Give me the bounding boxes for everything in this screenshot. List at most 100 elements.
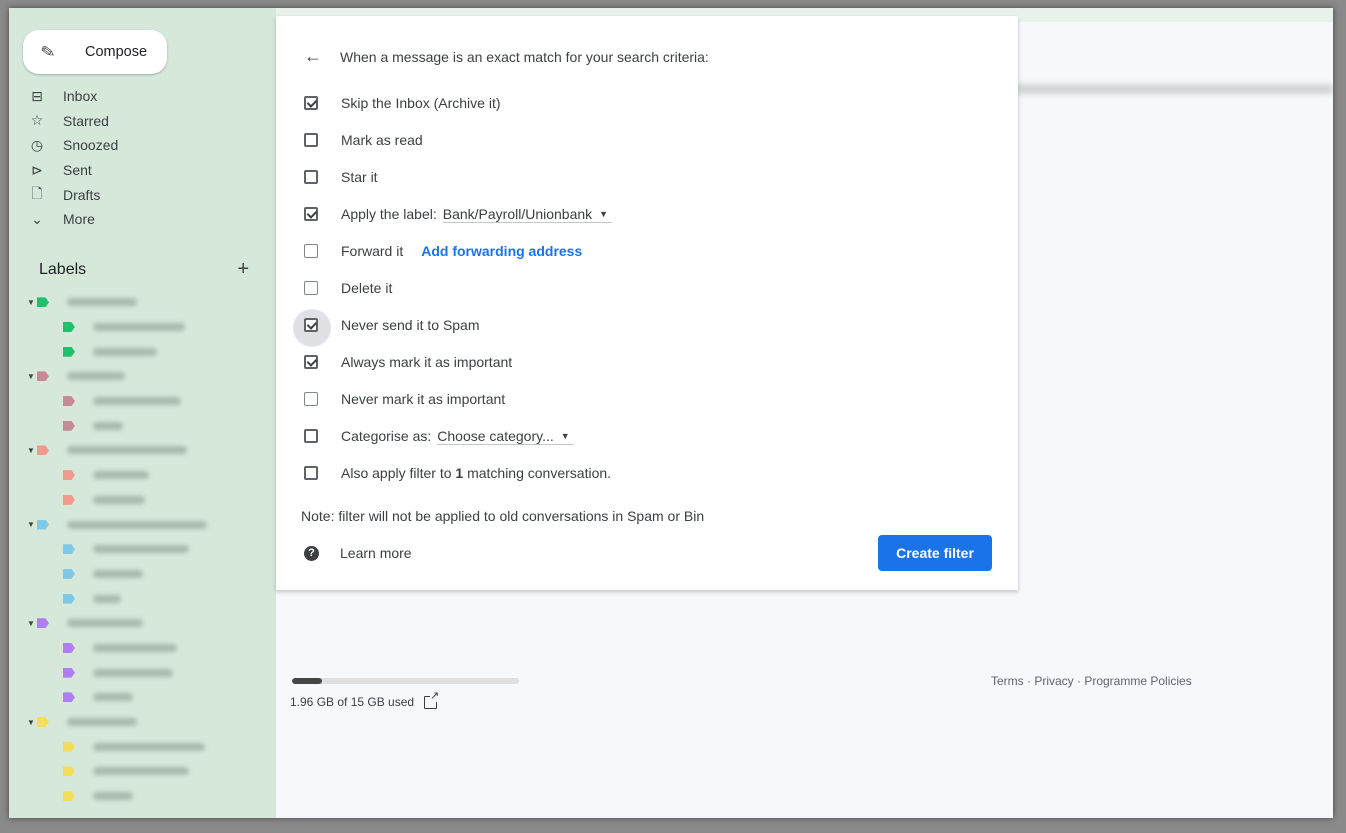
label-name-blurred [93, 792, 133, 801]
caret-down-icon[interactable]: ▼ [25, 446, 37, 455]
footer-links[interactable]: Terms · Privacy · Programme Policies [991, 674, 1192, 688]
sidebar-label-item[interactable]: ▼ [25, 611, 207, 636]
label-tag-icon [63, 322, 75, 333]
apply-label-checkbox[interactable] [304, 207, 318, 221]
label-name-blurred [67, 372, 125, 381]
sidebar-label-item[interactable]: ▼ [25, 512, 207, 537]
dropdown-arrow-icon: ▼ [560, 430, 570, 441]
sidebar-label-item[interactable] [25, 537, 207, 562]
caret-down-icon[interactable]: ▼ [25, 372, 37, 381]
label-name-blurred [93, 347, 157, 356]
label-name-blurred [93, 421, 123, 430]
sidebar-label-item[interactable] [25, 784, 207, 809]
always-important-checkbox[interactable] [304, 355, 318, 369]
sidebar-label-item[interactable] [25, 685, 207, 710]
sidebar-label-item[interactable] [25, 562, 207, 587]
never-important-checkbox[interactable] [304, 392, 318, 406]
caret-down-icon[interactable]: ▼ [25, 520, 37, 529]
sidebar-item-label: Sent [63, 162, 92, 179]
filter-header: ← When a message is an exact match for y… [304, 46, 709, 67]
sidebar-label-item[interactable] [25, 389, 207, 414]
also-apply-text-end: matching conversation. [463, 465, 612, 481]
label-name-blurred [67, 619, 143, 628]
label-name-blurred [93, 397, 181, 406]
filter-note: Note: filter will not be applied to old … [301, 508, 705, 524]
sidebar-label-item[interactable] [25, 734, 207, 759]
also-apply-checkbox[interactable] [304, 466, 318, 480]
caret-down-icon[interactable]: ▼ [25, 718, 37, 727]
add-label-icon[interactable]: + [237, 258, 249, 281]
sidebar-label-item[interactable]: ▼ [25, 290, 207, 315]
caret-down-icon[interactable]: ▼ [25, 619, 37, 628]
label-tag-icon [63, 667, 75, 678]
storage-fill [292, 678, 322, 684]
option-label: Forward it [341, 243, 404, 259]
sidebar-label-item[interactable] [25, 315, 207, 340]
label-tag-icon [63, 642, 75, 653]
label-tag-icon [63, 766, 75, 777]
sidebar-item-inbox[interactable]: ⊟ Inbox [27, 84, 118, 109]
label-tag-icon [63, 396, 75, 407]
sidebar-item-sent[interactable]: ⊳ Sent [27, 158, 118, 183]
sidebar-label-item[interactable] [25, 413, 207, 438]
sidebar-nav: ⊟ Inbox ☆ Starred ◷ Snoozed ⊳ Sent 🗋 Dra… [27, 84, 119, 232]
mark-read-checkbox[interactable] [304, 133, 318, 147]
label-tag-icon [63, 692, 75, 703]
sidebar-label-item[interactable] [25, 636, 207, 661]
filter-header-text: When a message is an exact match for you… [340, 48, 709, 65]
sidebar-label-item[interactable] [25, 586, 207, 611]
never-spam-checkbox[interactable] [304, 318, 318, 332]
option-star: Star it [304, 167, 378, 187]
sidebar-label-item[interactable] [25, 339, 207, 364]
option-label: Mark as read [341, 132, 423, 148]
learn-more: ? Learn more [304, 545, 412, 561]
sidebar-label-item[interactable]: ▼ [25, 438, 207, 463]
label-tag-icon [63, 544, 75, 555]
sidebar-item-label: Snoozed [63, 137, 119, 154]
label-tag-icon [63, 593, 75, 604]
forward-checkbox[interactable] [304, 244, 318, 258]
option-label: Categorise as: [341, 428, 432, 444]
sidebar-item-label: Starred [63, 112, 109, 129]
label-name-blurred [93, 643, 177, 652]
categorise-checkbox[interactable] [304, 429, 318, 443]
category-select-value: Choose category... [437, 427, 554, 444]
clock-icon: ◷ [30, 136, 44, 153]
create-filter-button[interactable]: Create filter [878, 535, 992, 571]
storage-bar [292, 678, 519, 684]
label-select[interactable]: Bank/Payroll/Unionbank ▼ [442, 206, 613, 223]
sidebar-label-item[interactable]: ▼ [25, 710, 207, 735]
option-label: Delete it [341, 280, 393, 296]
labels-title: Labels [39, 260, 87, 278]
sidebar-item-snoozed[interactable]: ◷ Snoozed [27, 133, 118, 158]
star-checkbox[interactable] [304, 170, 318, 184]
sidebar-label-item[interactable]: ▼ [25, 364, 207, 389]
delete-checkbox[interactable] [304, 281, 318, 295]
label-name-blurred [67, 446, 187, 455]
category-select[interactable]: Choose category... ▼ [437, 427, 574, 445]
option-label: Never mark it as important [341, 391, 506, 407]
sidebar-label-item[interactable] [25, 463, 207, 488]
send-icon: ⊳ [31, 161, 43, 178]
option-never-important: Never mark it as important [304, 389, 505, 409]
skip-inbox-checkbox[interactable] [304, 96, 318, 110]
option-forward: Forward it Add forwarding address [304, 241, 582, 261]
label-name-blurred [93, 742, 205, 751]
storage-usage: 1.96 GB of 15 GB used [290, 689, 440, 709]
sidebar-label-item[interactable] [25, 488, 207, 513]
sidebar-label-item[interactable] [25, 660, 207, 685]
back-arrow-icon[interactable]: ← [304, 46, 322, 67]
label-tag-icon [63, 494, 75, 505]
sidebar-label-item[interactable] [25, 759, 207, 784]
add-forwarding-address-link[interactable]: Add forwarding address [421, 243, 582, 259]
sidebar-item-more[interactable]: ⌄ More [27, 207, 118, 232]
compose-button[interactable]: ✎ Compose [23, 30, 167, 74]
sidebar-item-drafts[interactable]: 🗋 Drafts [27, 182, 118, 207]
sidebar-item-starred[interactable]: ☆ Starred [27, 109, 118, 134]
option-label: Never send it to Spam [341, 317, 480, 333]
external-link-icon[interactable] [424, 689, 440, 709]
learn-more-link[interactable]: Learn more [340, 545, 412, 561]
caret-down-icon[interactable]: ▼ [25, 298, 37, 307]
label-tag-icon [63, 741, 75, 752]
label-name-blurred [93, 594, 121, 603]
